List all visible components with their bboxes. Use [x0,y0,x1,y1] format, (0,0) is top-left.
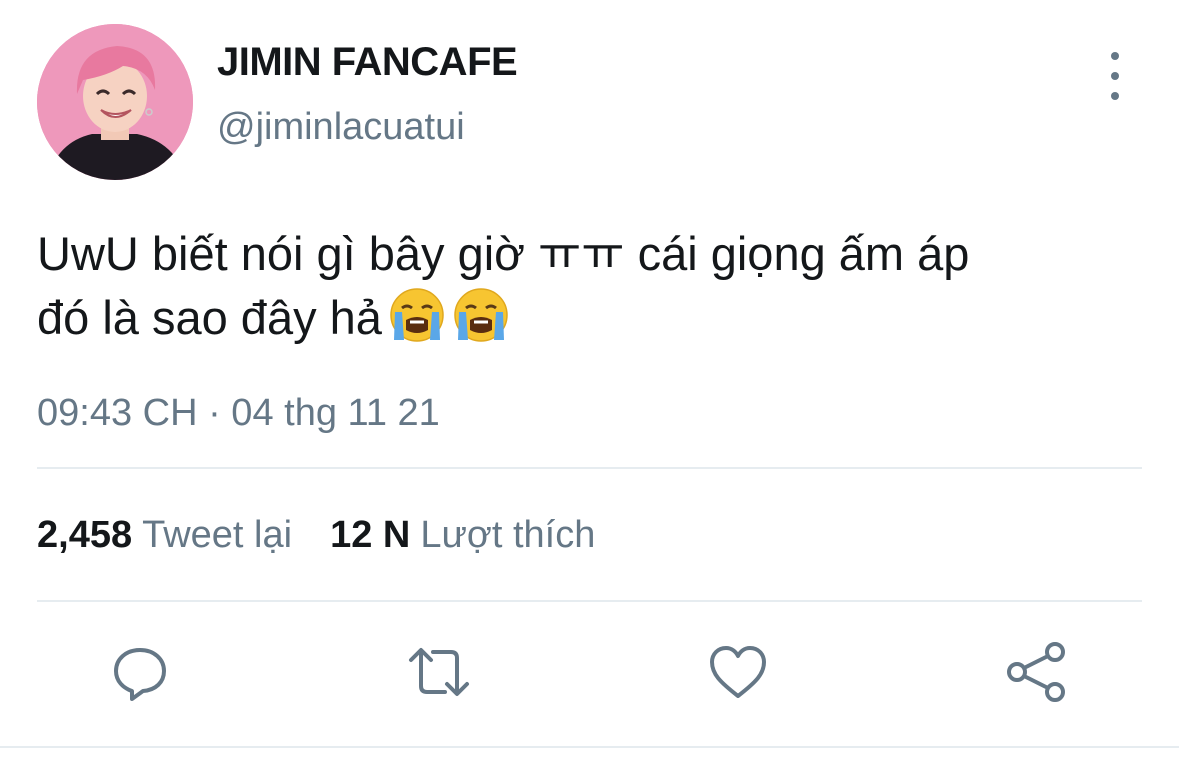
crying-face-emoji-icon [452,286,510,344]
retweet-stat[interactable]: 2,458 Tweet lại [37,514,292,556]
heart-icon [710,646,766,698]
more-dot-icon [1111,52,1119,60]
divider [37,600,1142,602]
like-stat[interactable]: 12 N Lượt thích [330,514,595,556]
tweet-card: JIMIN FANCAFE @jiminlacuatui UwU biết nó… [0,0,1179,765]
more-dot-icon [1111,92,1119,100]
like-count: 12 N [330,514,411,556]
share-icon [1007,642,1065,702]
more-options-button[interactable] [1098,52,1132,100]
tweet-text-line-1: UwU biết nói gì bây giờ ㅠㅠ cái giọng ấm … [37,227,970,280]
author-handle[interactable]: @jiminlacuatui [217,106,465,149]
retweet-icon [409,648,469,696]
reply-button[interactable] [108,640,172,704]
tweet-text: UwU biết nói gì bây giờ ㅠㅠ cái giọng ấm … [37,222,1137,350]
divider [0,746,1179,748]
share-button[interactable] [1005,640,1069,704]
avatar-image [37,24,193,180]
tweet-timestamp[interactable]: 09:43 CH · 04 thg 11 21 [37,392,440,435]
like-button[interactable] [706,640,770,704]
tweet-stats: 2,458 Tweet lại 12 N Lượt thích [37,514,595,557]
divider [37,467,1142,469]
retweet-count: 2,458 [37,514,133,556]
reply-icon [114,648,166,701]
more-dot-icon [1111,72,1119,80]
avatar[interactable] [37,24,193,180]
crying-face-emoji-icon [388,286,446,344]
retweet-label: Tweet lại [142,514,293,556]
retweet-button[interactable] [407,640,471,704]
tweet-text-line-2: đó là sao đây hả [37,291,382,344]
tweet-text-line-2-wrap: đó là sao đây hả [37,286,1137,350]
like-label: Lượt thích [420,514,596,556]
author-display-name[interactable]: JIMIN FANCAFE [217,40,518,85]
